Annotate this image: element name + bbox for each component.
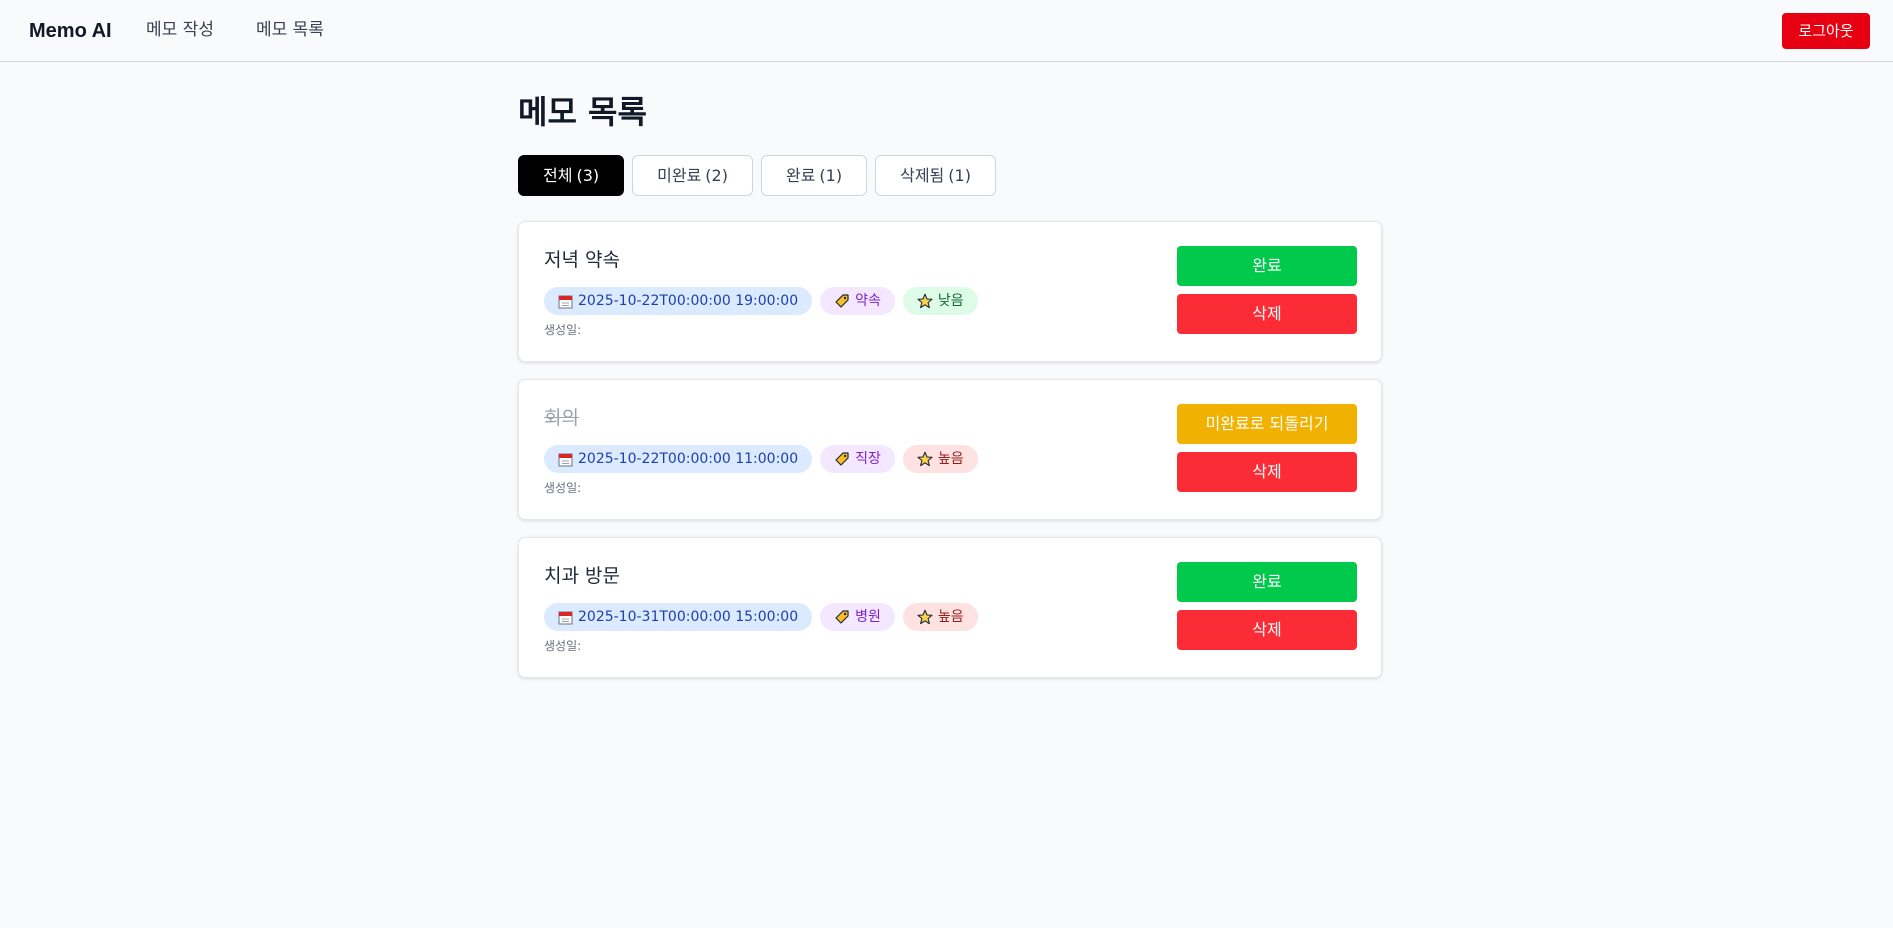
star-icon xyxy=(917,609,933,625)
tab-completed[interactable]: 완료 (1) xyxy=(760,155,868,196)
revert-incomplete-button[interactable]: 미완료로 되돌리기 xyxy=(1177,404,1357,444)
filter-tabs: 전체 (3) 미완료 (2) 완료 (1) 삭제됨 (1) xyxy=(518,155,1382,196)
memo-title: 치과 방문 xyxy=(544,565,620,587)
delete-button[interactable]: 삭제 xyxy=(1177,452,1357,492)
category-text: 약속 xyxy=(855,293,881,309)
tab-all[interactable]: 전체 (3) xyxy=(518,155,625,196)
delete-button[interactable]: 삭제 xyxy=(1177,610,1357,650)
calendar-icon xyxy=(558,294,573,309)
memo-list: 저녁 약속 2025-10-22T00:00:00 19:00:00 약속 낮음생성일… xyxy=(518,221,1382,678)
tab-label: 완료 xyxy=(785,166,816,185)
priority-chip: 높음 xyxy=(902,445,978,473)
created-date-label: 생성일: xyxy=(544,481,582,495)
tag-icon xyxy=(834,609,850,625)
date-chip: 2025-10-31T00:00:00 15:00:00 xyxy=(544,603,813,631)
date-text: 2025-10-22T00:00:00 11:00:00 xyxy=(578,451,799,467)
tab-count: (1) xyxy=(948,166,971,185)
tab-count: (3) xyxy=(576,166,600,185)
tab-deleted[interactable]: 삭제됨 (1) xyxy=(875,155,996,196)
memo-title: 회의 xyxy=(544,407,579,429)
memo-meta-chips: 2025-10-31T00:00:00 15:00:00 병원 높음 xyxy=(544,603,978,631)
complete-button[interactable]: 완료 xyxy=(1177,562,1357,602)
star-icon xyxy=(917,293,933,309)
delete-button[interactable]: 삭제 xyxy=(1177,294,1357,334)
nav-link-create-memo[interactable]: 메모 작성 xyxy=(146,18,214,42)
created-date-label: 생성일: xyxy=(544,323,582,337)
category-text: 직장 xyxy=(855,451,881,467)
date-chip: 2025-10-22T00:00:00 11:00:00 xyxy=(544,445,813,473)
priority-chip: 높음 xyxy=(902,603,978,631)
memo-card: 치과 방문 2025-10-31T00:00:00 15:00:00 병원 높음생성일… xyxy=(518,537,1382,678)
priority-text: 높음 xyxy=(937,609,964,625)
calendar-icon xyxy=(558,452,573,467)
memo-card: 회의 2025-10-22T00:00:00 11:00:00 직장 높음생성일: 미완… xyxy=(518,379,1382,520)
category-chip: 병원 xyxy=(820,603,895,631)
category-chip: 약속 xyxy=(820,287,895,315)
tag-icon xyxy=(834,293,850,309)
tab-count: (1) xyxy=(819,166,843,185)
logout-button[interactable]: 로그아웃 xyxy=(1782,13,1870,49)
page-title: 메모 목록 xyxy=(518,93,647,131)
category-text: 병원 xyxy=(855,609,881,625)
memo-meta-chips: 2025-10-22T00:00:00 19:00:00 약속 낮음 xyxy=(544,287,978,315)
tab-count: (2) xyxy=(705,166,728,185)
created-date-label: 생성일: xyxy=(544,639,582,653)
priority-text: 높음 xyxy=(937,451,964,467)
memo-meta-chips: 2025-10-22T00:00:00 11:00:00 직장 높음 xyxy=(544,445,978,473)
priority-chip: 낮음 xyxy=(902,287,978,315)
tab-incomplete[interactable]: 미완료 (2) xyxy=(632,155,753,196)
tag-icon xyxy=(834,451,850,467)
date-text: 2025-10-31T00:00:00 15:00:00 xyxy=(578,609,799,625)
complete-button[interactable]: 완료 xyxy=(1177,246,1357,286)
star-icon xyxy=(917,451,933,467)
memo-title: 저녁 약속 xyxy=(544,249,620,271)
date-text: 2025-10-22T00:00:00 19:00:00 xyxy=(578,293,799,309)
category-chip: 직장 xyxy=(820,445,895,473)
tab-label: 미완료 xyxy=(657,166,702,185)
nav-link-memo-list[interactable]: 메모 목록 xyxy=(256,18,324,42)
top-navbar: Memo AI 메모 작성 메모 목록 로그아웃 xyxy=(0,0,1893,62)
priority-text: 낮음 xyxy=(937,293,964,309)
calendar-icon xyxy=(558,610,573,625)
tab-label: 삭제됨 xyxy=(900,166,945,185)
tab-label: 전체 xyxy=(543,166,573,185)
brand-logo[interactable]: Memo AI xyxy=(29,18,112,44)
memo-card: 저녁 약속 2025-10-22T00:00:00 19:00:00 약속 낮음생성일… xyxy=(518,221,1382,362)
main-content: 메모 목록 전체 (3) 미완료 (2) 완료 (1) 삭제됨 (1) 저녁 약속 2025-1… xyxy=(518,90,1382,695)
date-chip: 2025-10-22T00:00:00 19:00:00 xyxy=(544,287,813,315)
